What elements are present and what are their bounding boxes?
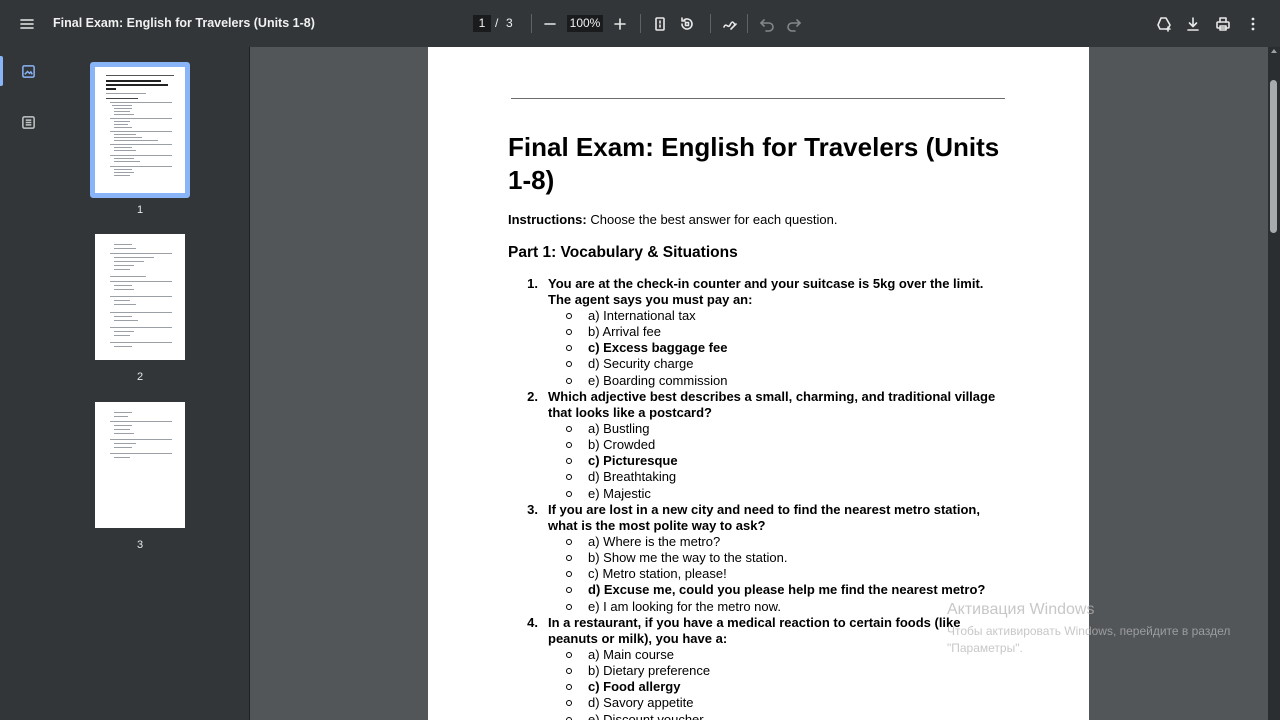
undo-icon[interactable] <box>753 10 781 38</box>
redo-icon[interactable] <box>780 10 808 38</box>
outline-view-icon[interactable] <box>14 108 42 136</box>
question-text: Which adjective best describes a small, … <box>548 389 996 421</box>
total-pages: 3 <box>506 16 513 30</box>
more-vert-icon[interactable] <box>1239 10 1267 38</box>
thumbnail-page-1-image <box>95 67 185 193</box>
part-heading: Part 1: Vocabulary & Situations <box>508 244 738 261</box>
page-separator: / <box>495 16 499 30</box>
zoom-out-icon[interactable] <box>536 10 564 38</box>
windows-activation-watermark-text: Чтобы активировать Windows, перейдите в … <box>947 624 1231 638</box>
toolbar-divider <box>747 14 748 33</box>
instructions-text: Choose the best answer for each question… <box>586 212 838 227</box>
sidebar-rail <box>0 47 55 720</box>
page-number-input[interactable]: 1 <box>473 15 491 32</box>
thumbnail-page-3[interactable] <box>95 402 185 528</box>
thumbnail-label-2: 2 <box>136 371 144 383</box>
print-icon[interactable] <box>1209 10 1237 38</box>
thumbnail-page-1[interactable] <box>90 62 190 198</box>
download-icon[interactable] <box>1179 10 1207 38</box>
question-text: You are at the check-in counter and your… <box>548 276 984 308</box>
instructions-label: Instructions: <box>508 212 587 227</box>
thumbnail-label-3: 3 <box>136 539 144 551</box>
horizontal-rule <box>511 98 1005 99</box>
document-viewer[interactable]: Final Exam: English for Travelers (Units… <box>251 47 1268 720</box>
menu-icon[interactable] <box>13 10 41 38</box>
toolbar-divider <box>710 14 711 33</box>
zoom-level-input[interactable]: 100% <box>567 15 603 32</box>
annotate-pen-icon[interactable] <box>716 10 744 38</box>
toolbar-divider <box>531 14 532 33</box>
document-title: Final Exam: English for Travelers (Units… <box>53 16 315 30</box>
vertical-scrollbar[interactable] <box>1268 47 1280 720</box>
toolbar-divider <box>640 14 641 33</box>
pdf-page: Final Exam: English for Travelers (Units… <box>428 47 1089 720</box>
add-to-drive-icon[interactable] <box>1150 10 1178 38</box>
active-view-indicator <box>0 56 3 86</box>
thumbnail-sidebar: 1 2 3 <box>55 47 250 720</box>
question-text: If you are lost in a new city and need t… <box>548 502 980 534</box>
question-number: 3. <box>527 502 538 517</box>
thumbnail-view-icon[interactable] <box>14 57 42 85</box>
question-number: 1. <box>527 276 538 291</box>
exam-title: Final Exam: English for Travelers (Units… <box>508 132 1000 195</box>
question-text: In a restaurant, if you have a medical r… <box>548 615 961 647</box>
question-number: 4. <box>527 615 538 630</box>
windows-activation-watermark-text: "Параметры". <box>947 641 1023 655</box>
question-number: 2. <box>527 389 538 404</box>
windows-activation-watermark-title: Активация Windows <box>947 601 1095 618</box>
pdf-toolbar: Final Exam: English for Travelers (Units… <box>0 0 1280 47</box>
thumbnail-page-2[interactable] <box>95 234 185 360</box>
thumbnail-label-1: 1 <box>136 204 144 216</box>
scrollbar-thumb[interactable] <box>1270 80 1277 233</box>
scroll-up-arrow-icon[interactable] <box>1271 49 1277 53</box>
zoom-in-icon[interactable] <box>606 10 634 38</box>
rotate-icon[interactable] <box>673 10 701 38</box>
instructions: Instructions: Choose the best answer for… <box>508 212 838 227</box>
fit-page-icon[interactable] <box>646 10 674 38</box>
